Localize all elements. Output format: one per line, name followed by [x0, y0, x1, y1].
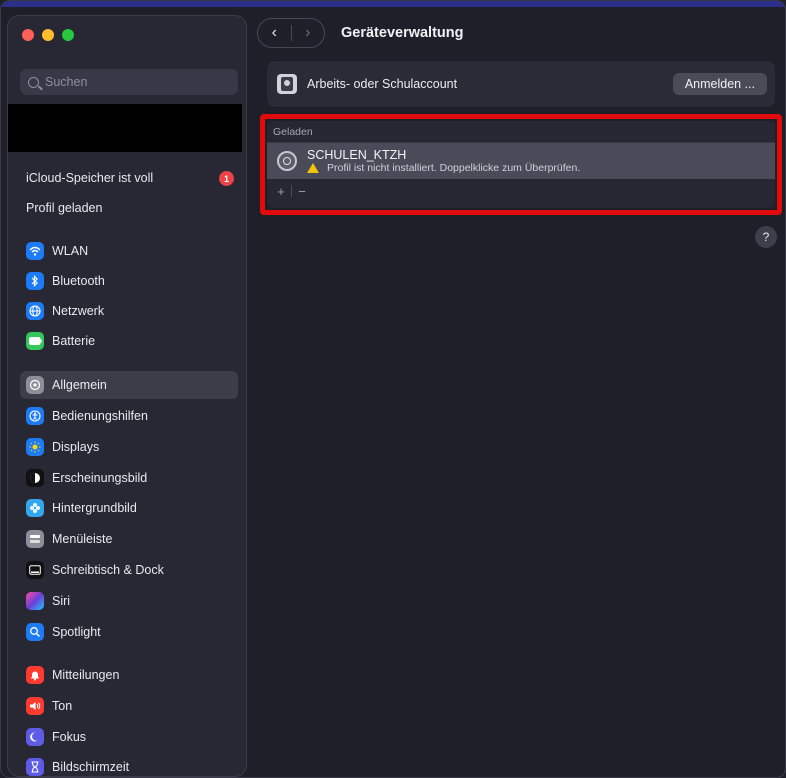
search-placeholder: Suchen — [45, 75, 88, 89]
sun-icon — [26, 438, 44, 456]
speaker-icon — [26, 697, 44, 715]
zoom-window-button[interactable] — [62, 29, 74, 41]
sidebar-item-label: Mitteilungen — [52, 668, 120, 682]
sidebar-item-profile-loaded[interactable]: Profil geladen — [20, 194, 238, 222]
sidebar-item-label: Bildschirmzeit — [52, 760, 130, 774]
minimize-window-button[interactable] — [42, 29, 54, 41]
sign-in-button[interactable]: Anmelden ... — [672, 73, 767, 95]
sidebar-item-bedienungshilfen[interactable]: Bedienungshilfen — [20, 402, 238, 430]
sidebar-item-label: Menüleiste — [52, 532, 113, 546]
sidebar-item-netzwerk[interactable]: Netzwerk — [20, 297, 238, 325]
bluetooth-icon — [26, 272, 44, 290]
sidebar-item-bluetooth[interactable]: Bluetooth — [20, 267, 238, 295]
account-block-redacted[interactable] — [8, 104, 242, 152]
bell-icon — [26, 666, 44, 684]
spotlight-icon — [26, 623, 44, 641]
search-input[interactable]: Suchen — [20, 69, 238, 95]
globe-icon — [26, 302, 44, 320]
appearance-icon — [26, 469, 44, 487]
notification-badge: 1 — [219, 171, 234, 186]
sidebar-item-label: WLAN — [52, 244, 89, 258]
navigation-buttons: ‹ › — [257, 18, 325, 48]
sidebar-item-label: Bedienungshilfen — [52, 409, 148, 423]
window-top-edge — [1, 1, 785, 7]
sidebar-item-bildschirmzeit[interactable]: Bildschirmzeit — [20, 753, 238, 776]
sidebar-item-erscheinungsbild[interactable]: Erscheinungsbild — [20, 464, 238, 492]
sidebar-item-label: Allgemein — [52, 378, 107, 392]
chevron-right-icon: › — [305, 24, 311, 41]
close-window-button[interactable] — [22, 29, 34, 41]
sidebar-item-label: Hintergrundbild — [52, 501, 137, 515]
sidebar-item-ton[interactable]: Ton — [20, 692, 238, 720]
page-title: Geräteverwaltung — [341, 25, 464, 41]
sidebar-item-fokus[interactable]: Fokus — [20, 723, 238, 751]
wifi-icon — [26, 242, 44, 260]
sidebar-item-label: Schreibtisch & Dock — [52, 563, 164, 577]
forward-button[interactable]: › — [291, 19, 324, 47]
siri-icon — [26, 592, 44, 610]
sidebar-item-label: Spotlight — [52, 625, 101, 639]
sidebar-item-menueleiste[interactable]: Menüleiste — [20, 525, 238, 553]
search-icon — [28, 76, 39, 88]
sidebar-item-label: iCloud-Speicher ist voll — [26, 171, 154, 185]
menubar-icon — [26, 530, 44, 548]
sidebar-item-label: Erscheinungsbild — [52, 471, 148, 485]
accessibility-icon — [26, 407, 44, 425]
sidebar: Suchen iCloud-Speicher ist voll 1 Profil… — [7, 15, 247, 777]
sidebar-item-label: Batterie — [52, 334, 96, 348]
moon-icon — [26, 728, 44, 746]
work-school-account-row: Arbeits- oder Schulaccount Anmelden ... — [267, 61, 775, 107]
sidebar-item-hintergrundbild[interactable]: Hintergrundbild — [20, 494, 238, 522]
sidebar-item-displays[interactable]: Displays — [20, 433, 238, 461]
sidebar-item-schreibtisch-dock[interactable]: Schreibtisch & Dock — [20, 556, 238, 584]
window-controls — [22, 29, 74, 41]
battery-icon — [26, 332, 44, 350]
gear-icon — [26, 376, 44, 394]
sidebar-item-wlan[interactable]: WLAN — [20, 237, 238, 265]
dock-icon — [26, 561, 44, 579]
sidebar-item-label: Netzwerk — [52, 304, 105, 318]
back-button[interactable]: ‹ — [258, 19, 291, 47]
account-label: Arbeits- oder Schulaccount — [307, 77, 458, 91]
sidebar-item-icloud-storage-full[interactable]: iCloud-Speicher ist voll 1 — [20, 164, 238, 192]
sidebar-item-allgemein[interactable]: Allgemein — [20, 371, 238, 399]
sidebar-item-batterie[interactable]: Batterie — [20, 327, 238, 355]
sidebar-item-mitteilungen[interactable]: Mitteilungen — [20, 661, 238, 689]
id-badge-icon — [277, 74, 297, 94]
help-button[interactable]: ? — [755, 226, 777, 248]
annotation-highlight-box — [260, 114, 782, 215]
sidebar-item-label: Siri — [52, 594, 71, 608]
sidebar-item-label: Ton — [52, 699, 73, 713]
hourglass-icon — [26, 758, 44, 776]
sidebar-item-label: Displays — [52, 440, 100, 454]
sidebar-item-label: Bluetooth — [52, 274, 105, 288]
wallpaper-icon — [26, 499, 44, 517]
sidebar-item-label: Profil geladen — [26, 201, 103, 215]
sidebar-item-siri[interactable]: Siri — [20, 587, 238, 615]
chevron-left-icon: ‹ — [271, 24, 277, 41]
settings-window: Suchen iCloud-Speicher ist voll 1 Profil… — [0, 0, 786, 778]
sidebar-item-label: Fokus — [52, 730, 87, 744]
sidebar-item-spotlight[interactable]: Spotlight — [20, 618, 238, 646]
